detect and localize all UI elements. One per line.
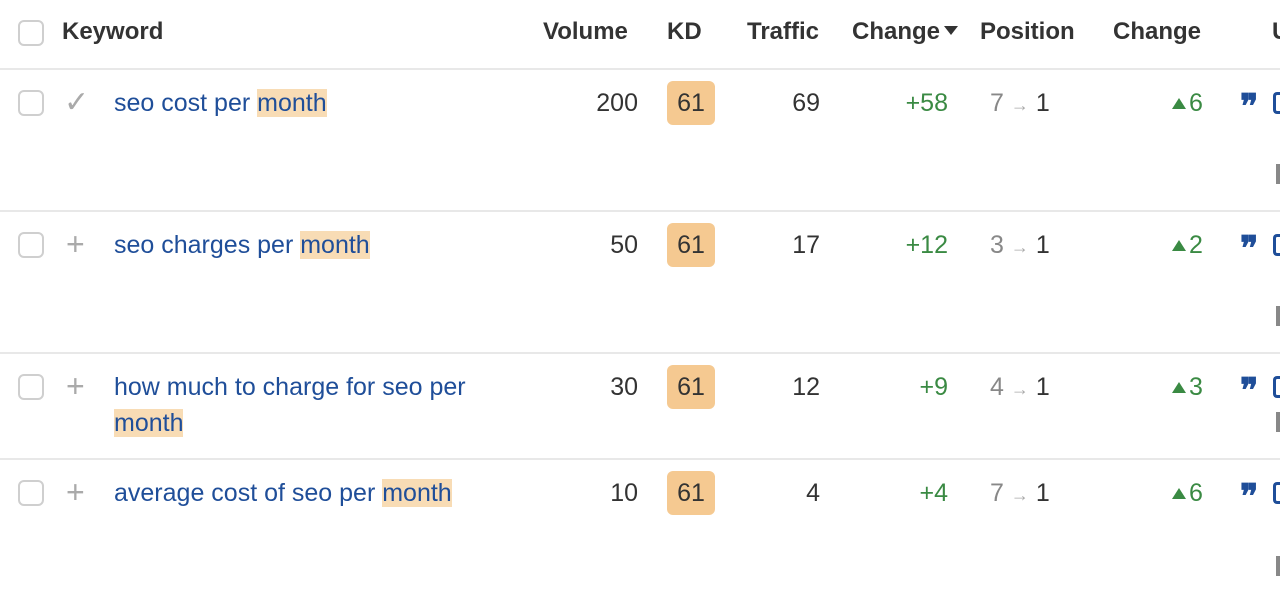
sort-desc-icon [944,26,959,35]
serp-icon[interactable] [1273,234,1280,256]
arrow-right-icon: → [1010,379,1029,399]
keyword-text: average cost of seo per [114,479,383,507]
position-to: 1 [1035,89,1050,117]
header-position[interactable]: Position [980,18,1075,46]
header-keyword[interactable]: Keyword [62,18,163,46]
kd-badge: 61 [667,223,715,267]
kd-badge: 61 [667,471,715,515]
keyword-text: seo charges per [114,231,301,259]
more-icon[interactable] [1276,306,1280,326]
check-icon[interactable]: ✓ [64,85,89,120]
position-delta: 2 [1172,231,1203,260]
table-row: ✓ seo cost per month 200 61 69 +58 7 → 1… [0,70,1280,212]
position-change-readout: 4 → 1 [990,373,1050,402]
position-delta-value: 3 [1189,373,1203,401]
position-change-readout: 3 → 1 [990,231,1050,260]
volume-value: 30 [610,373,638,401]
plus-icon[interactable]: + [66,226,85,263]
table-row: + average cost of seo per month 10 61 4 … [0,460,1280,594]
traffic-value: 4 [806,479,820,507]
position-change-readout: 7 → 1 [990,89,1050,118]
header-traffic-change-label: Change [852,18,941,45]
serp-icon[interactable] [1273,92,1280,114]
position-change-readout: 7 → 1 [990,479,1050,508]
table-row: + how much to charge for seo per month 3… [0,354,1280,460]
volume-value: 200 [596,89,638,117]
serp-icon[interactable] [1273,376,1280,398]
kd-badge: 61 [667,81,715,125]
keyword-text: seo cost per [114,89,258,117]
more-icon[interactable] [1276,164,1280,184]
plus-icon[interactable]: + [66,474,85,511]
traffic-change-value: +58 [905,89,948,117]
plus-icon[interactable]: + [66,368,85,405]
keyword-link[interactable]: seo charges per month [114,227,504,263]
serp-icon[interactable] [1273,482,1280,504]
keyword-link[interactable]: seo cost per month [114,85,504,121]
volume-value: 10 [610,479,638,507]
header-volume[interactable]: Volume [543,18,628,46]
arrow-right-icon: → [1010,485,1029,505]
row-checkbox[interactable] [18,232,44,258]
traffic-change-value: +9 [919,373,948,401]
traffic-value: 69 [792,89,820,117]
quote-icon[interactable]: ❞ [1240,480,1258,514]
position-delta-value: 6 [1189,89,1203,117]
position-from: 7 [990,89,1004,117]
header-position-change[interactable]: Change [1113,18,1201,46]
position-delta-value: 2 [1189,231,1203,259]
row-checkbox[interactable] [18,374,44,400]
volume-value: 50 [610,231,638,259]
arrow-right-icon: → [1010,237,1029,257]
position-from: 3 [990,231,1004,259]
position-to: 1 [1035,373,1050,401]
keyword-highlight: month [300,231,370,259]
triangle-up-icon [1172,98,1186,109]
more-icon[interactable] [1276,556,1280,576]
position-delta: 3 [1172,373,1203,402]
header-traffic[interactable]: Traffic [747,18,819,46]
row-checkbox[interactable] [18,480,44,506]
position-from: 7 [990,479,1004,507]
traffic-change-value: +12 [905,231,948,259]
row-checkbox[interactable] [18,90,44,116]
keyword-highlight: month [382,479,452,507]
keyword-highlight: month [114,409,184,437]
select-all-checkbox[interactable] [18,20,44,46]
arrow-right-icon: → [1010,95,1029,115]
quote-icon[interactable]: ❞ [1240,232,1258,266]
keyword-link[interactable]: average cost of seo per month [114,475,504,511]
kd-badge: 61 [667,365,715,409]
position-to: 1 [1035,231,1050,259]
traffic-change-value: +4 [919,479,948,507]
header-traffic-change[interactable]: Change [852,18,959,46]
triangle-up-icon [1172,240,1186,251]
triangle-up-icon [1172,382,1186,393]
header-kd[interactable]: KD [667,18,702,46]
position-to: 1 [1035,479,1050,507]
traffic-value: 17 [792,231,820,259]
triangle-up-icon [1172,488,1186,499]
quote-icon[interactable]: ❞ [1240,374,1258,408]
quote-icon[interactable]: ❞ [1240,90,1258,124]
header-next-column[interactable]: U [1272,18,1280,46]
position-from: 4 [990,373,1004,401]
keyword-link[interactable]: how much to charge for seo per month [114,369,484,441]
keyword-text: how much to charge for seo per [114,373,466,401]
position-delta: 6 [1172,89,1203,118]
position-delta: 6 [1172,479,1203,508]
traffic-value: 12 [792,373,820,401]
keyword-highlight: month [257,89,327,117]
more-icon[interactable] [1276,412,1280,432]
table-header: Keyword Volume KD Traffic Change Positio… [0,0,1280,70]
table-row: + seo charges per month 50 61 17 +12 3 →… [0,212,1280,354]
position-delta-value: 6 [1189,479,1203,507]
